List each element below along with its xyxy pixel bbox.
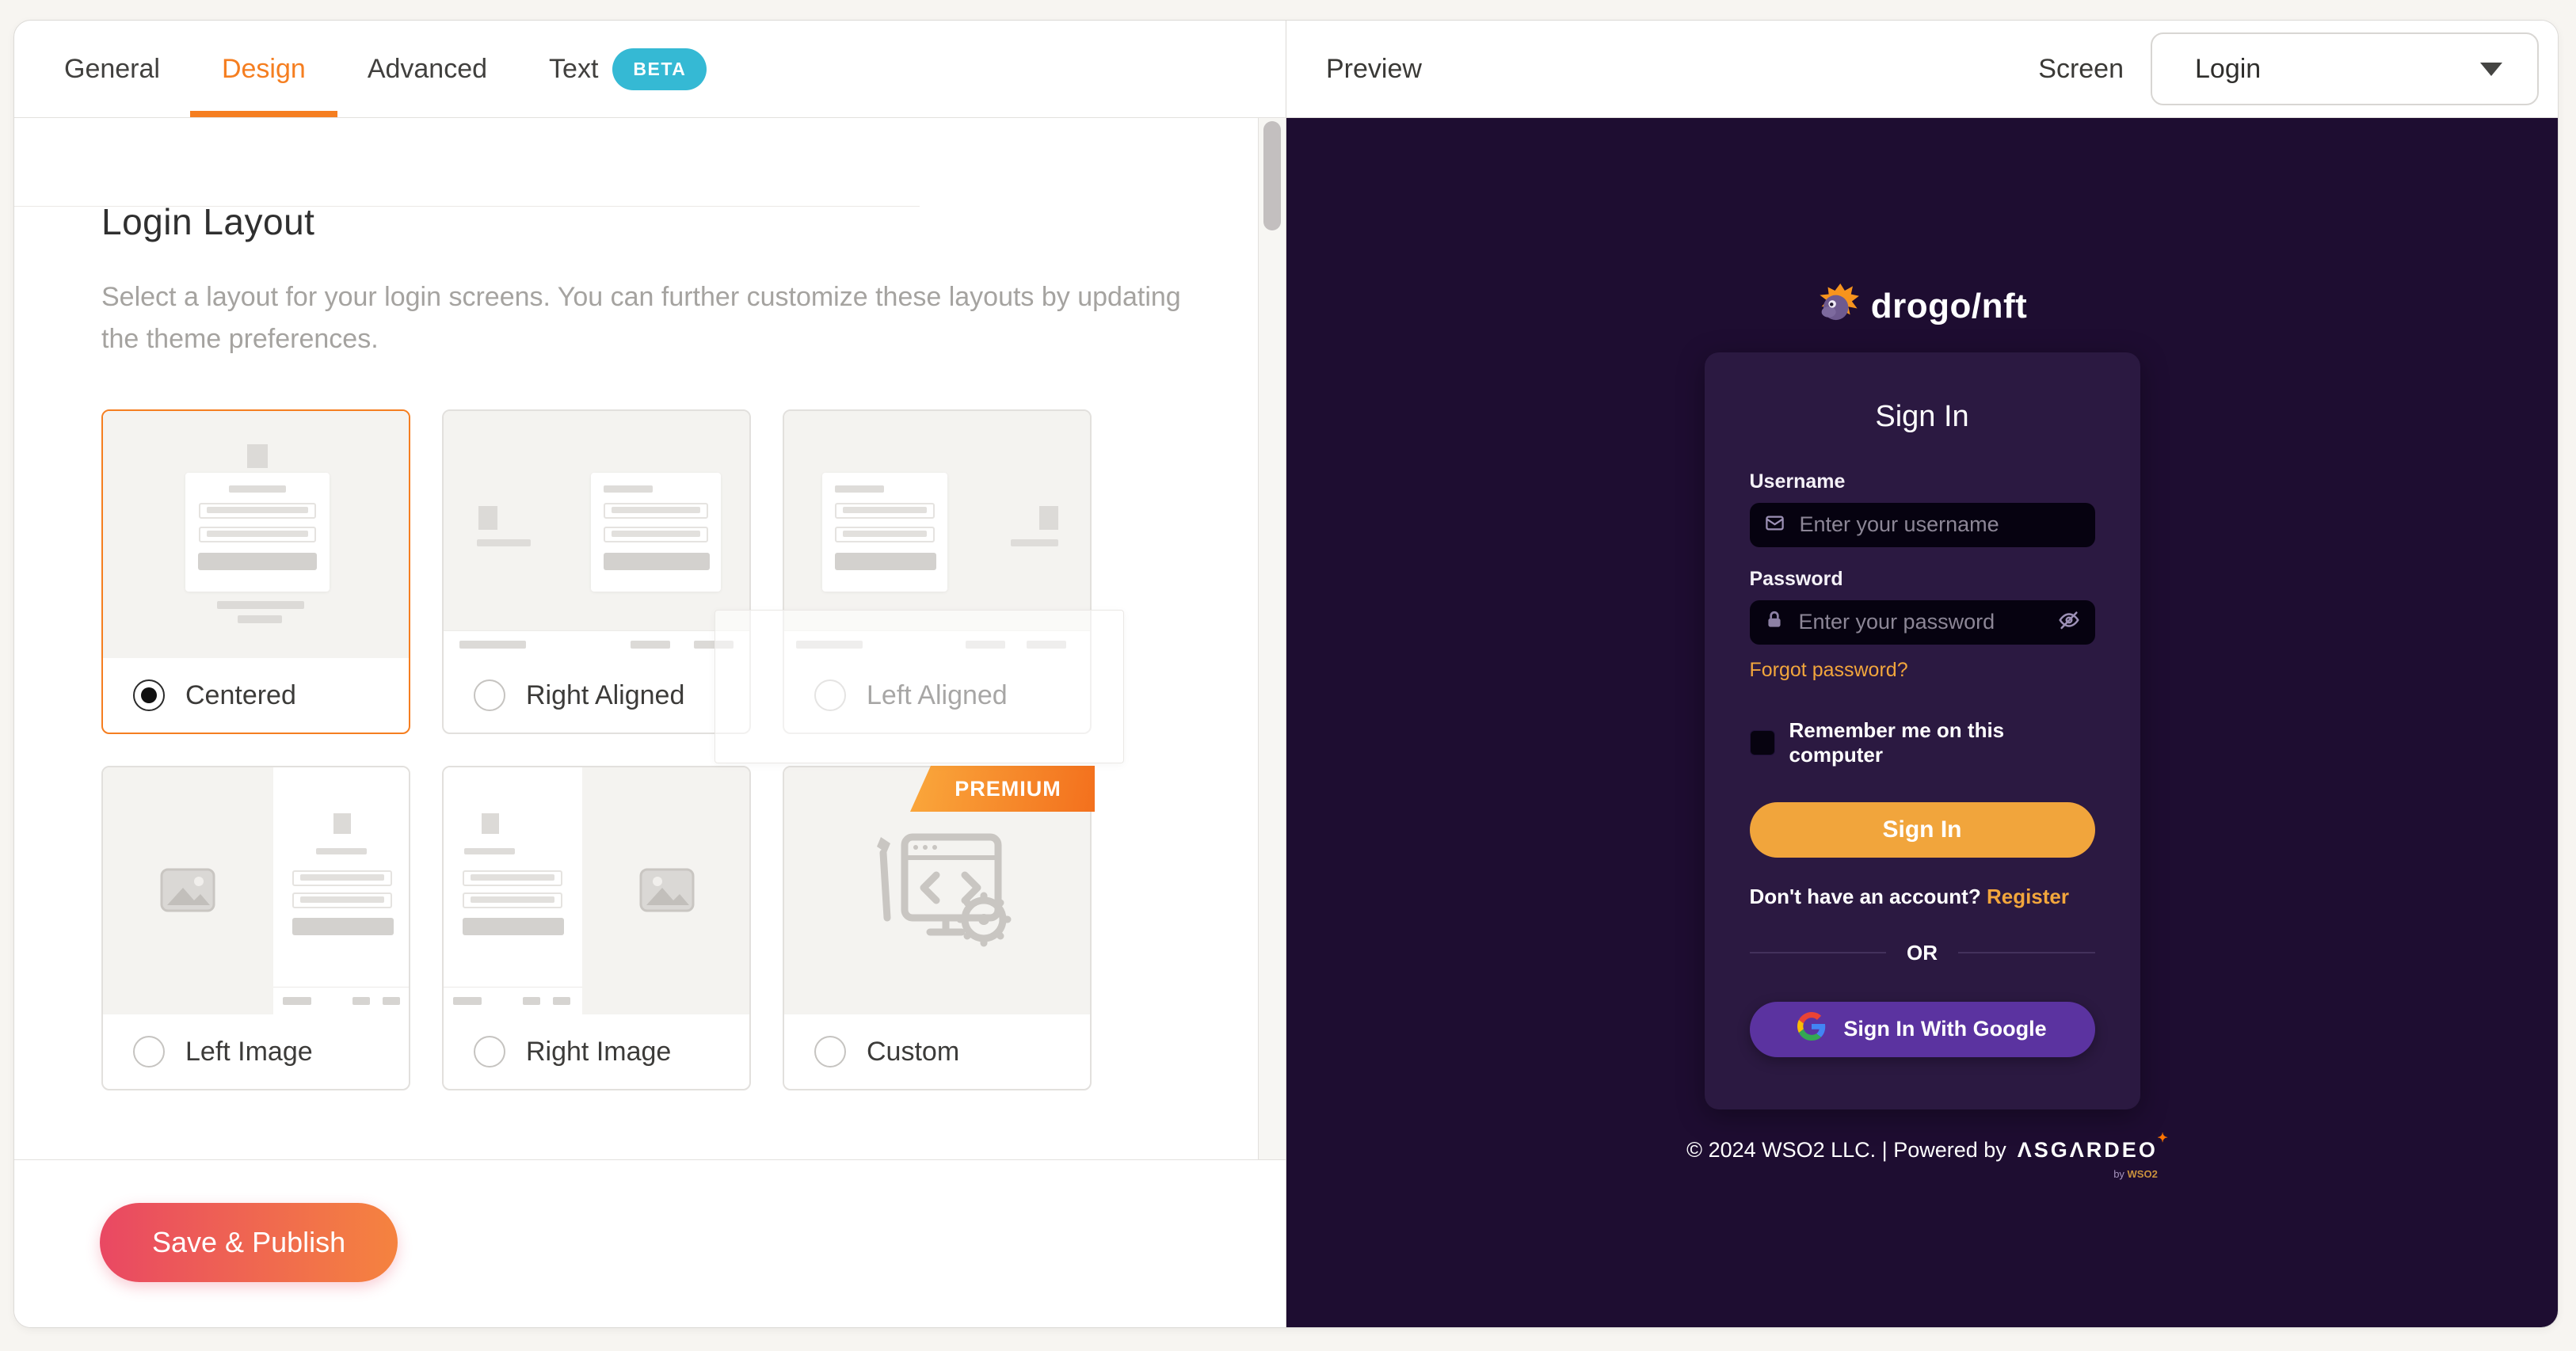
asgardeo-mark-icon: ✦ [2157, 1130, 2170, 1146]
wf-form-card [185, 473, 330, 592]
premium-ribbon: PREMIUM [910, 766, 1095, 812]
layout-label-row: Right Aligned [444, 658, 749, 733]
or-label: OR [1907, 941, 1938, 965]
layout-label-row: Left Image [103, 1014, 409, 1089]
faded-popover [714, 610, 1124, 763]
lock-icon [1764, 610, 1785, 634]
settings-panel: General Design Advanced Text BETA Login … [14, 21, 1286, 1327]
tab-design[interactable]: Design [222, 21, 306, 117]
radio-left-image[interactable] [133, 1036, 165, 1067]
copyright-text: © 2024 WSO2 LLC. | Powered by [1686, 1138, 2006, 1163]
radio-right-image[interactable] [474, 1036, 505, 1067]
layout-option-centered[interactable]: Centered [101, 409, 410, 734]
register-row: Don't have an account? Register [1750, 885, 2095, 909]
asgardeo-byline: by WSO2 [2113, 1168, 2158, 1180]
tab-advanced-label: Advanced [368, 54, 487, 85]
screen-select-dropdown[interactable]: Login [2151, 32, 2539, 105]
preview-footer: © 2024 WSO2 LLC. | Powered by ΛSGΛRDEO✦ … [1686, 1138, 2158, 1163]
save-publish-button[interactable]: Save & Publish [100, 1203, 398, 1282]
eye-off-icon[interactable] [2057, 608, 2081, 636]
username-label: Username [1750, 470, 2095, 493]
preview-title: Preview [1326, 54, 1422, 85]
layout-option-right-aligned[interactable]: Right Aligned [442, 409, 751, 734]
register-link[interactable]: Register [1987, 885, 2069, 908]
tab-design-label: Design [222, 54, 306, 85]
layout-thumbnail-right-image [444, 767, 749, 1014]
register-prefix: Don't have an account? [1750, 885, 1981, 908]
tab-advanced[interactable]: Advanced [368, 21, 487, 117]
layout-label-row: Right Image [444, 1014, 749, 1089]
chevron-down-icon [2480, 63, 2502, 76]
asgardeo-wordmark: ΛSGΛRDEO✦ by WSO2 [2018, 1138, 2158, 1163]
scrollbar-thumb[interactable] [1263, 121, 1281, 230]
layout-label: Left Image [185, 1037, 313, 1067]
sign-in-button[interactable]: Sign In [1750, 802, 2095, 858]
screen-label: Screen [2038, 54, 2124, 85]
tab-text[interactable]: Text BETA [549, 21, 707, 117]
google-sign-in-button[interactable]: Sign In With Google [1750, 1002, 2095, 1057]
scrollbar-track[interactable] [1258, 118, 1286, 1160]
divider-line [1750, 952, 1887, 953]
action-bar: Save & Publish [14, 1159, 1286, 1327]
layout-label: Centered [185, 680, 296, 711]
layout-option-custom[interactable]: PREMIUM [783, 766, 1092, 1090]
google-icon [1797, 1012, 1826, 1046]
radio-centered[interactable] [133, 679, 165, 711]
username-field-wrap [1750, 503, 2095, 547]
layout-label: Custom [867, 1037, 959, 1067]
login-heading: Sign In [1750, 400, 2095, 434]
forgot-password-link[interactable]: Forgot password? [1750, 659, 1908, 682]
brand-name: drogo/nft [1871, 287, 2028, 326]
password-label: Password [1750, 568, 2095, 591]
tab-general[interactable]: General [64, 21, 160, 117]
password-input[interactable] [1797, 609, 2044, 635]
radio-right-aligned[interactable] [474, 679, 505, 711]
envelope-icon [1764, 512, 1785, 538]
layout-label: Right Image [526, 1037, 671, 1067]
tab-bar: General Design Advanced Text BETA [14, 21, 1286, 118]
section-description: Select a layout for your login screens. … [101, 276, 1210, 360]
google-button-label: Sign In With Google [1843, 1017, 2046, 1041]
or-divider: OR [1750, 941, 2095, 965]
wf-logo [247, 444, 268, 468]
section-heading: Login Layout [101, 200, 314, 243]
dragon-logo-icon [1817, 284, 1860, 330]
login-card: Sign In Username Password [1705, 352, 2140, 1109]
branding-card: General Design Advanced Text BETA Login … [13, 20, 2559, 1328]
login-preview: drogo/nft Sign In Username Password [1286, 118, 2558, 1327]
brand-row: drogo/nft [1817, 284, 2028, 330]
layout-thumbnail-centered [103, 411, 409, 658]
screen-select-value: Login [2195, 54, 2261, 85]
divider-line [1958, 952, 2095, 953]
layout-label-row: Custom [784, 1014, 1090, 1089]
remember-me-row: Remember me on this computer [1750, 718, 2095, 767]
beta-badge: BETA [612, 48, 707, 90]
layout-option-left-image[interactable]: Left Image [101, 766, 410, 1090]
layout-thumbnail-left-image [103, 767, 409, 1014]
remember-me-checkbox[interactable] [1750, 730, 1775, 755]
preview-header: Preview Screen Login [1286, 21, 2558, 118]
layout-label-row: Centered [103, 658, 409, 733]
layout-option-right-image[interactable]: Right Image [442, 766, 751, 1090]
tab-general-label: General [64, 54, 160, 85]
remember-me-label: Remember me on this computer [1789, 718, 2095, 767]
username-input[interactable] [1798, 512, 2081, 538]
branding-design-page: General Design Advanced Text BETA Login … [0, 0, 2576, 1351]
design-scroll-area: Login Layout Select a layout for your lo… [14, 118, 1286, 1160]
tab-text-label: Text [549, 54, 598, 85]
layout-thumbnail-right-aligned [444, 411, 749, 658]
radio-custom[interactable] [814, 1036, 846, 1067]
layout-label: Right Aligned [526, 680, 684, 711]
preview-panel: Preview Screen Login [1286, 21, 2558, 1327]
password-field-wrap [1750, 600, 2095, 645]
